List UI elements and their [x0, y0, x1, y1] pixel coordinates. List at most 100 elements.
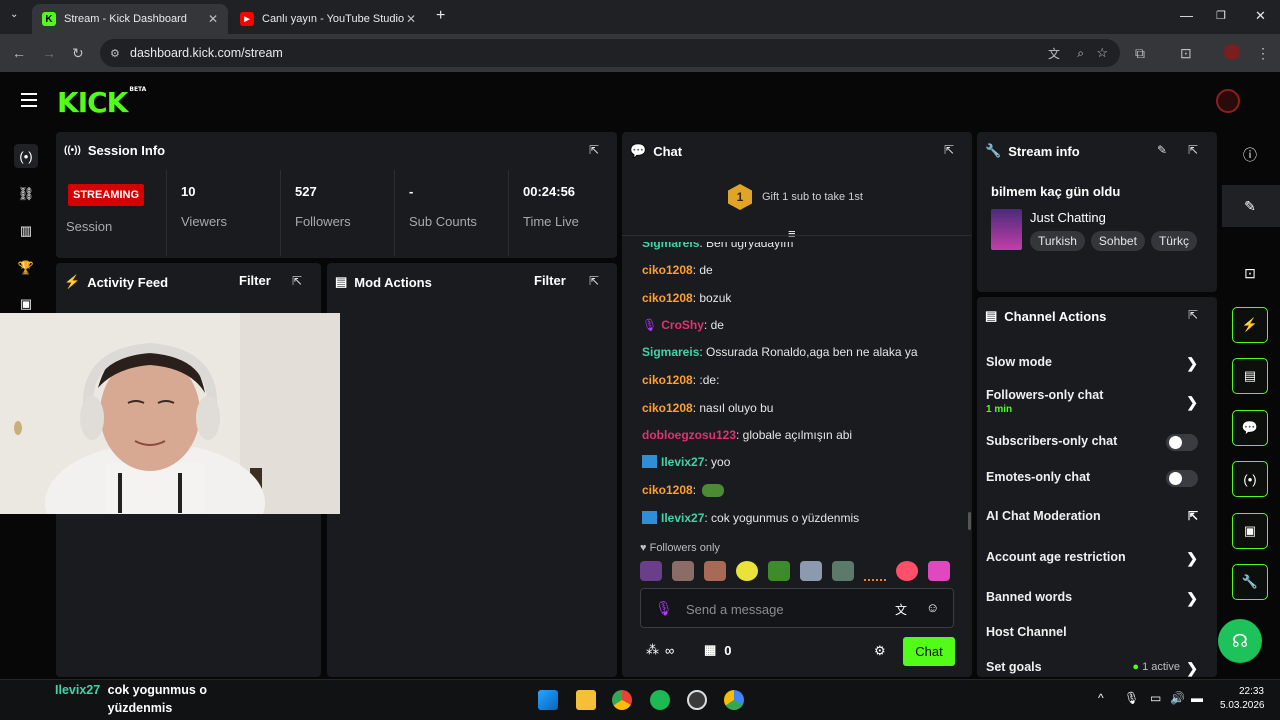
zoom-icon[interactable]: ⌕ — [1077, 46, 1084, 61]
chat-username[interactable]: Ilevix27 — [661, 511, 704, 525]
emote-icon[interactable] — [864, 561, 886, 581]
screen-capture-icon[interactable]: ⊡ — [1240, 263, 1260, 283]
channel-points[interactable]: ⁂ ∞ — [646, 642, 674, 658]
stream-info-toggle[interactable]: 🔧 — [1232, 564, 1268, 600]
screenshot-icon[interactable]: ⊡ — [1180, 45, 1192, 62]
chat-username[interactable]: ciko1208 — [642, 483, 693, 497]
forward-icon[interactable]: → — [42, 45, 56, 61]
category-name[interactable]: Just Chatting — [1030, 210, 1106, 225]
emote-icon[interactable] — [640, 561, 662, 581]
restore-icon[interactable]: ❐ — [1216, 9, 1226, 22]
emote-icon[interactable] — [928, 561, 950, 581]
hamburger-menu-icon[interactable] — [21, 93, 37, 107]
translate-icon[interactable]: 文 — [1048, 45, 1060, 62]
followers-only-row[interactable]: Followers-only chat ❯ 1 min — [986, 388, 1208, 415]
support-headset-icon[interactable]: ☊ — [1218, 619, 1262, 663]
emoji-icon[interactable]: ☺ — [926, 600, 939, 615]
chrome-taskbar-icon[interactable] — [612, 690, 632, 710]
chat-username[interactable]: Sigmareis — [642, 242, 699, 250]
chat-username[interactable]: Sigmareis — [642, 345, 699, 359]
tag-chip[interactable]: Sohbet — [1090, 231, 1145, 251]
trophy-icon[interactable]: 🏆 — [14, 256, 38, 280]
emotes-only-toggle[interactable] — [1166, 470, 1198, 487]
translate-icon[interactable]: 文 — [895, 601, 907, 618]
chat-settings-icon[interactable]: ⚙ — [874, 643, 886, 659]
file-explorer-icon[interactable] — [576, 690, 596, 710]
browser-menu-icon[interactable]: ⋮ — [1256, 45, 1270, 62]
activity-feed-toggle[interactable]: ⚡ — [1232, 307, 1268, 343]
message-input-field[interactable]: 🎙 Send a message 文 ☺ — [640, 588, 954, 628]
tray-chevron-icon[interactable]: ^ — [1098, 691, 1104, 705]
microphone-tray-icon[interactable]: 🎙 — [1124, 691, 1139, 705]
back-icon[interactable]: ← — [12, 45, 26, 61]
ai-moderation-row[interactable]: AI Chat Moderation ⇱ — [986, 509, 1208, 523]
tag-chip[interactable]: Türkç — [1150, 231, 1197, 251]
edit-pencil-icon[interactable]: ✎ — [1157, 143, 1167, 157]
extensions-icon[interactable]: ⧉ — [1135, 45, 1145, 62]
chat-username[interactable]: CroShy — [661, 318, 704, 332]
pop-out-icon[interactable]: ⇱ — [1188, 143, 1198, 157]
profile-avatar[interactable] — [1224, 44, 1240, 60]
reload-icon[interactable]: ↻ — [72, 45, 84, 62]
pop-out-icon[interactable]: ⇱ — [589, 274, 599, 288]
emote-icon[interactable] — [768, 561, 790, 581]
pop-out-icon[interactable]: ⇱ — [1188, 308, 1198, 322]
site-info-icon[interactable]: ⚙ — [110, 47, 120, 60]
chat-username[interactable]: ciko1208 — [642, 291, 693, 305]
bookmark-star-icon[interactable]: ☆ — [1096, 45, 1108, 61]
session-info-toggle[interactable]: (•) — [1232, 461, 1268, 497]
volume-icon[interactable]: 🔊 — [1170, 691, 1185, 705]
gift-leaderboard[interactable]: 1 Gift 1 sub to take 1st — [728, 184, 863, 210]
emote-icon[interactable] — [896, 561, 918, 581]
minimize-icon[interactable]: — — [1180, 8, 1193, 23]
tab-search-icon[interactable]: ⌄ — [10, 9, 18, 20]
chrome-alt-icon[interactable] — [724, 690, 744, 710]
chat-toggle[interactable]: 💬 — [1232, 410, 1268, 446]
close-window-icon[interactable]: ✕ — [1255, 8, 1266, 24]
account-age-row[interactable]: Account age restriction ❯ — [986, 550, 1208, 566]
pop-out-icon[interactable]: ⇱ — [589, 143, 599, 157]
chat-username[interactable]: ciko1208 — [642, 401, 693, 415]
emote-icon[interactable] — [800, 561, 822, 581]
microphone-icon[interactable]: 🎙 — [655, 600, 673, 617]
chat-username[interactable]: Ilevix27 — [661, 455, 704, 469]
emote-icon[interactable] — [736, 561, 758, 581]
chat-username[interactable]: ciko1208 — [642, 263, 693, 277]
subscribers-only-toggle[interactable] — [1166, 434, 1198, 451]
filter-button[interactable]: Filter — [239, 273, 271, 288]
set-goals-row[interactable]: Set goals ● 1 active ❯ — [986, 660, 1208, 676]
chat-username[interactable]: ciko1208 — [642, 373, 693, 387]
category-thumbnail[interactable] — [991, 209, 1022, 250]
stream-video-toggle[interactable]: ▣ — [1232, 513, 1268, 549]
chat-filter-icon[interactable]: ≡ — [788, 226, 796, 241]
slow-mode-row[interactable]: Slow mode ❯ — [986, 355, 1208, 371]
windows-start-icon[interactable] — [538, 690, 558, 710]
stream-broadcast-icon[interactable]: (•) — [14, 144, 38, 168]
emote-icon[interactable] — [832, 561, 854, 581]
host-channel-row[interactable]: Host Channel — [986, 625, 1208, 639]
user-avatar[interactable] — [1216, 89, 1240, 113]
mod-actions-toggle[interactable]: ▤ — [1232, 358, 1268, 394]
network-icon[interactable]: ▭ — [1150, 691, 1161, 705]
spotify-icon[interactable] — [650, 690, 670, 710]
link-icon[interactable]: ⛓ — [14, 182, 38, 206]
chat-username[interactable]: dobloegzosu123 — [642, 428, 736, 442]
banned-words-row[interactable]: Banned words ❯ — [986, 590, 1208, 606]
kick-logo[interactable]: KICK BETA — [57, 86, 146, 119]
battery-icon[interactable]: ▬ — [1191, 691, 1203, 705]
edit-pencil-icon[interactable]: ✎ — [1240, 196, 1260, 216]
pop-out-icon[interactable]: ⇱ — [292, 274, 302, 288]
pop-out-icon[interactable]: ⇱ — [944, 143, 954, 157]
store-button[interactable]: ▦ 0 — [704, 642, 732, 658]
filter-button[interactable]: Filter — [534, 273, 566, 288]
info-icon[interactable]: ⓘ — [1240, 145, 1260, 165]
new-tab-icon[interactable]: + — [436, 7, 445, 25]
send-chat-button[interactable]: Chat — [903, 637, 955, 666]
chat-scrollbar[interactable] — [968, 512, 971, 530]
tag-chip[interactable]: Turkish — [1030, 231, 1085, 251]
emote-icon[interactable] — [672, 561, 694, 581]
obs-icon[interactable] — [687, 690, 707, 710]
tab-youtube-studio[interactable]: ▶ Canlı yayın - YouTube Studio ✕ — [230, 4, 426, 34]
system-clock[interactable]: 22:33 5.03.2026 — [1220, 685, 1265, 713]
emote-icon[interactable] — [704, 561, 726, 581]
